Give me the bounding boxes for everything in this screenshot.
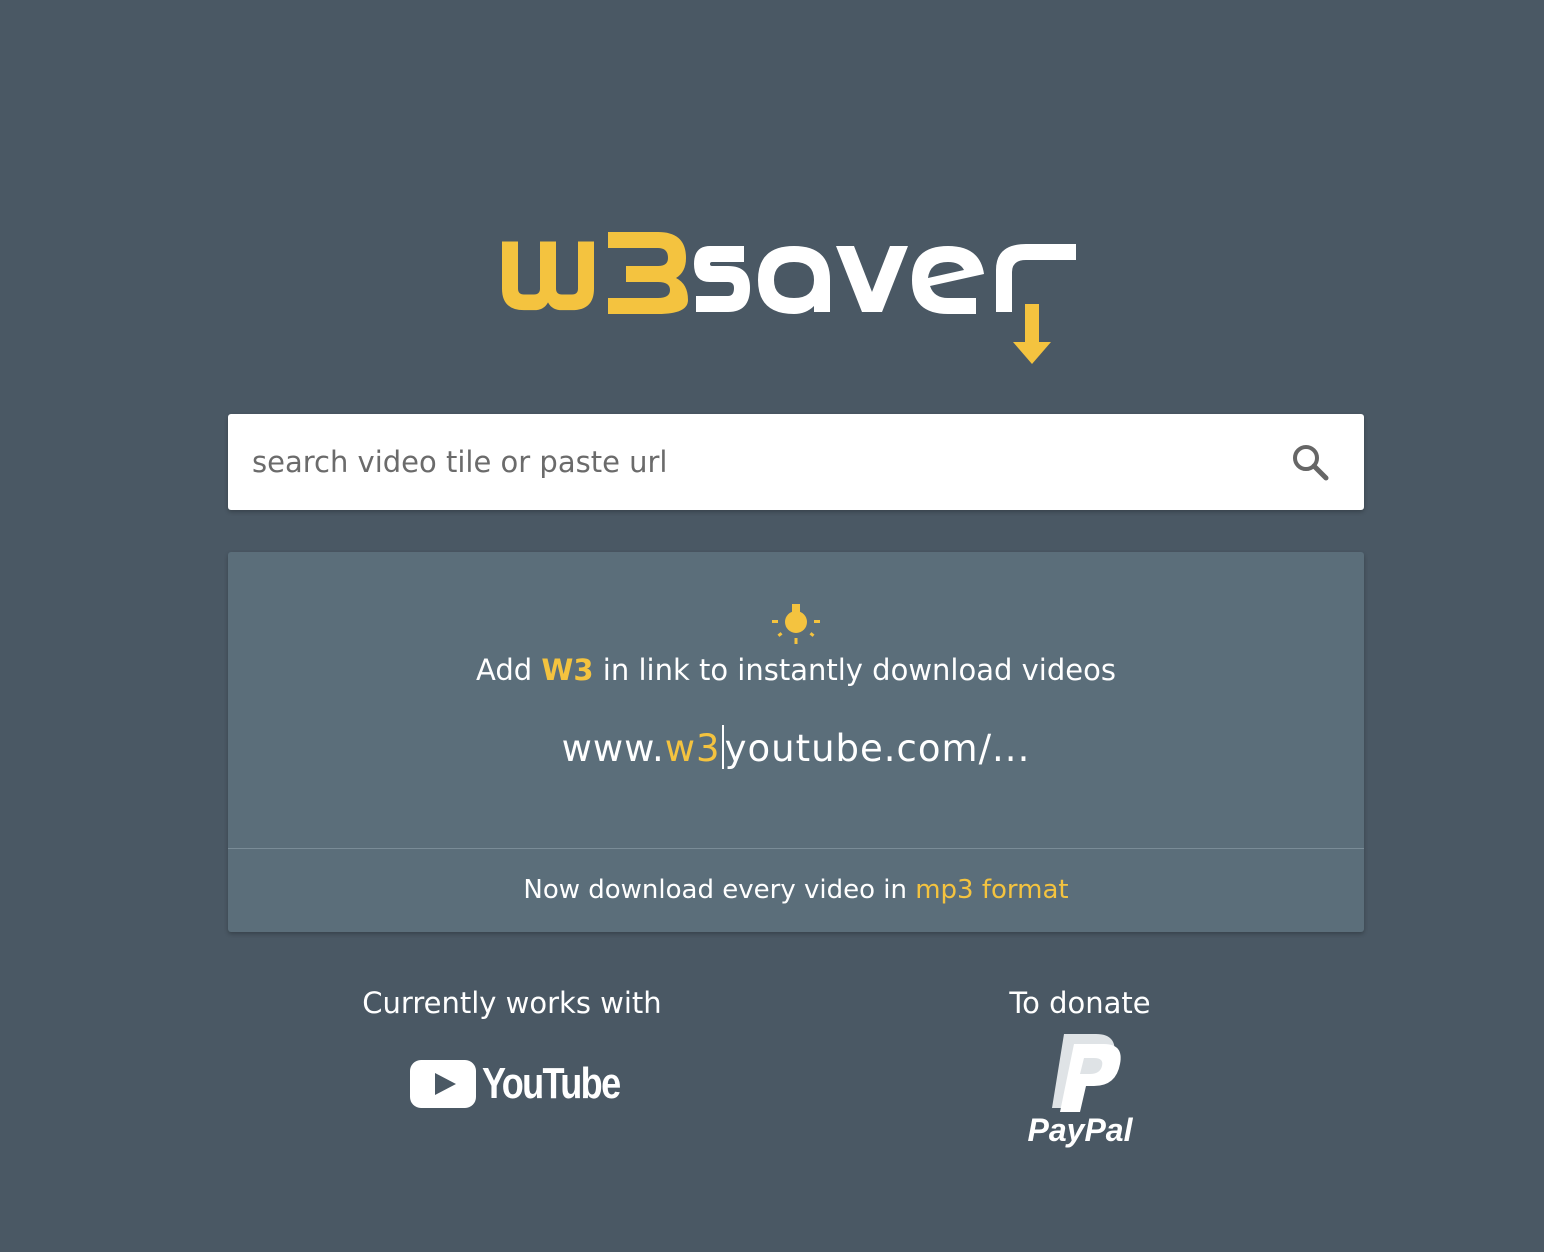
youtube-logo[interactable]: YouTube [410,1056,621,1112]
card-divider [228,848,1364,849]
search-icon [1293,445,1329,481]
example-url-suffix: youtube.com/... [724,727,1031,770]
donate-label: To donate [1009,986,1151,1020]
tip-card: Add W3 in link to instantly download vid… [228,552,1364,932]
mp3-format-link[interactable]: mp3 format [915,875,1068,905]
mp3-notice: Now download every video in mp3 format [228,868,1364,912]
lightbulb-icon [772,600,820,648]
example-url: www.w3 youtube.com/... [228,722,1364,776]
text-caret [721,725,724,769]
paypal-icon [1052,1034,1121,1112]
page: Add W3 in link to instantly download vid… [0,0,1544,1252]
paypal-wordmark: PayPal [1027,1112,1133,1148]
works-with-label: Currently works with [362,986,662,1020]
w3saver-logo[interactable] [498,220,1088,375]
tip-suffix: in link to instantly download videos [593,653,1116,687]
paypal-logo[interactable]: PayPal [1014,1030,1146,1154]
search-input[interactable] [228,414,1268,510]
search-bar [228,414,1364,510]
mp3-notice-text: Now download every video in [523,875,916,905]
youtube-wordmark: YouTube [482,1059,621,1108]
example-url-prefix: www. [561,727,665,770]
youtube-play-icon [410,1060,476,1108]
tip-highlight: W3 [541,653,594,687]
search-button[interactable] [1290,442,1330,482]
tip-text: Add W3 in link to instantly download vid… [228,648,1364,692]
tip-prefix: Add [476,653,542,687]
example-url-highlight: w3 [664,727,721,770]
